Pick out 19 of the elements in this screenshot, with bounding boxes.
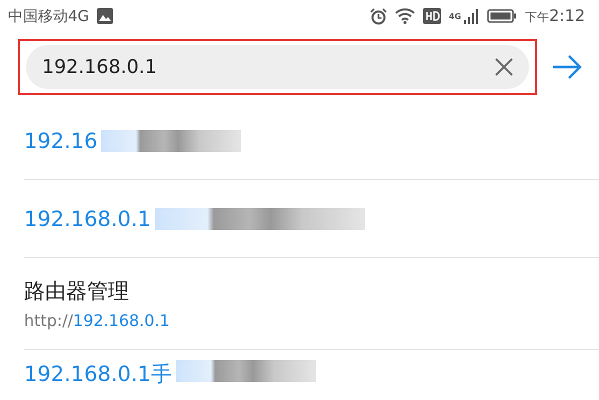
suggestion-item[interactable]: 192.168.0.1 bbox=[24, 180, 599, 258]
wifi-icon bbox=[394, 8, 415, 24]
battery-icon bbox=[487, 8, 518, 24]
network-label: 4G bbox=[448, 12, 462, 21]
clock-time: 2:12 bbox=[549, 6, 585, 25]
suggestion-item[interactable]: 192.16 bbox=[24, 102, 599, 180]
time-period: 下午 bbox=[525, 10, 550, 24]
alarm-icon bbox=[370, 8, 387, 24]
suggestion-item[interactable]: 路由器管理 http://192.168.0.1 bbox=[24, 258, 599, 350]
suggestion-item[interactable]: 192.168.0.1手 bbox=[24, 350, 599, 390]
carrier-name: 中国移动4G bbox=[8, 6, 90, 26]
address-field[interactable]: 192.168.0.1 bbox=[26, 45, 529, 89]
signal-icon bbox=[463, 8, 480, 24]
image-icon bbox=[97, 8, 114, 24]
hd-icon bbox=[422, 8, 441, 24]
clear-button[interactable] bbox=[493, 56, 515, 78]
site-url: http://192.168.0.1 bbox=[24, 311, 171, 330]
site-title: 路由器管理 bbox=[24, 278, 130, 305]
go-button[interactable] bbox=[551, 54, 583, 80]
